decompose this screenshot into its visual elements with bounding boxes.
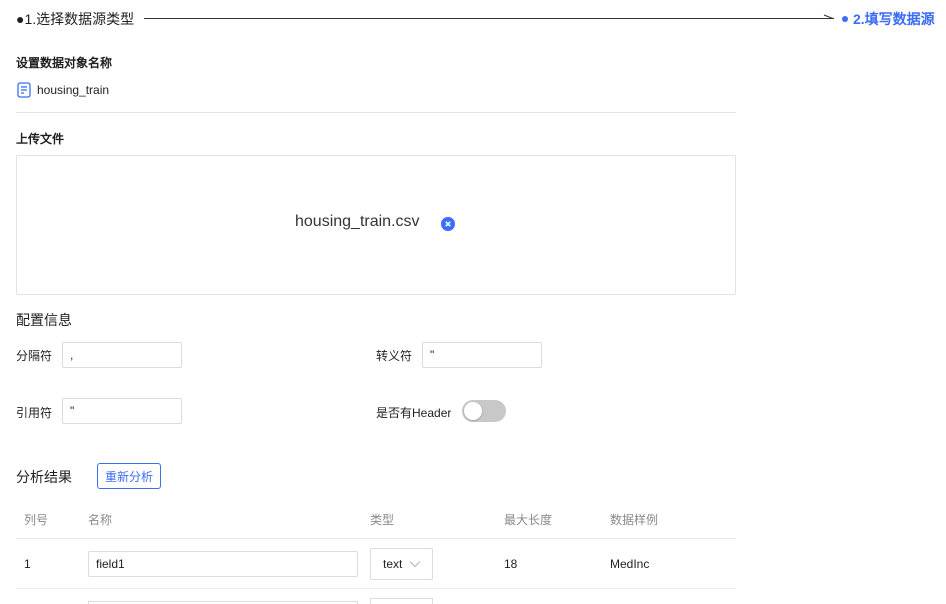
chevron-down-icon	[409, 561, 421, 568]
row-1-index: 1	[24, 557, 31, 571]
document-icon	[17, 82, 31, 98]
close-icon	[445, 221, 451, 227]
row-1-type-value: text	[383, 557, 403, 571]
escape-input[interactable]	[422, 342, 542, 368]
col-header-type: 类型	[370, 513, 395, 527]
row-1-max-length: 18	[504, 557, 518, 571]
arrow-right-icon	[823, 14, 834, 19]
upload-title: 上传文件	[16, 132, 65, 146]
remove-file-icon[interactable]	[441, 217, 455, 231]
col-header-max-length: 最大长度	[504, 513, 553, 527]
step-connector-line	[144, 18, 834, 19]
row-1-name-input[interactable]	[88, 551, 358, 577]
step-2-label[interactable]: 2.填写数据源	[842, 10, 935, 28]
toggle-knob	[464, 402, 482, 420]
reanalyze-button[interactable]: 重新分析	[97, 463, 162, 489]
config-title: 配置信息	[16, 312, 72, 328]
uploaded-file-name: housing_train.csv	[295, 213, 420, 230]
active-step-dot	[842, 16, 848, 23]
section-divider	[16, 112, 736, 113]
table-row-divider	[16, 588, 736, 589]
analysis-title: 分析结果	[16, 469, 72, 485]
step-2-text: 2.填写数据源	[853, 11, 935, 27]
separator-input[interactable]	[62, 342, 182, 368]
table-header-divider	[16, 538, 736, 539]
escape-label: 转义符	[376, 349, 413, 363]
quote-label: 引用符	[16, 406, 53, 420]
separator-label: 分隔符	[16, 349, 53, 363]
col-header-name: 名称	[88, 513, 113, 527]
col-header-sample: 数据样例	[610, 513, 659, 527]
row-1-type-select[interactable]: text	[370, 548, 433, 580]
header-label: 是否有Header	[376, 406, 452, 420]
row-1-sample: MedInc	[610, 557, 650, 571]
object-name-value: housing_train	[37, 83, 110, 97]
step-1-label[interactable]: ●1.选择数据源类型	[16, 10, 134, 28]
quote-input[interactable]	[62, 398, 182, 424]
col-header-index: 列号	[24, 513, 49, 527]
row-2-type-select-partial[interactable]	[370, 598, 433, 604]
object-name-title: 设置数据对象名称	[16, 56, 113, 70]
header-toggle[interactable]	[462, 400, 506, 422]
object-name-row: housing_train	[17, 82, 109, 98]
